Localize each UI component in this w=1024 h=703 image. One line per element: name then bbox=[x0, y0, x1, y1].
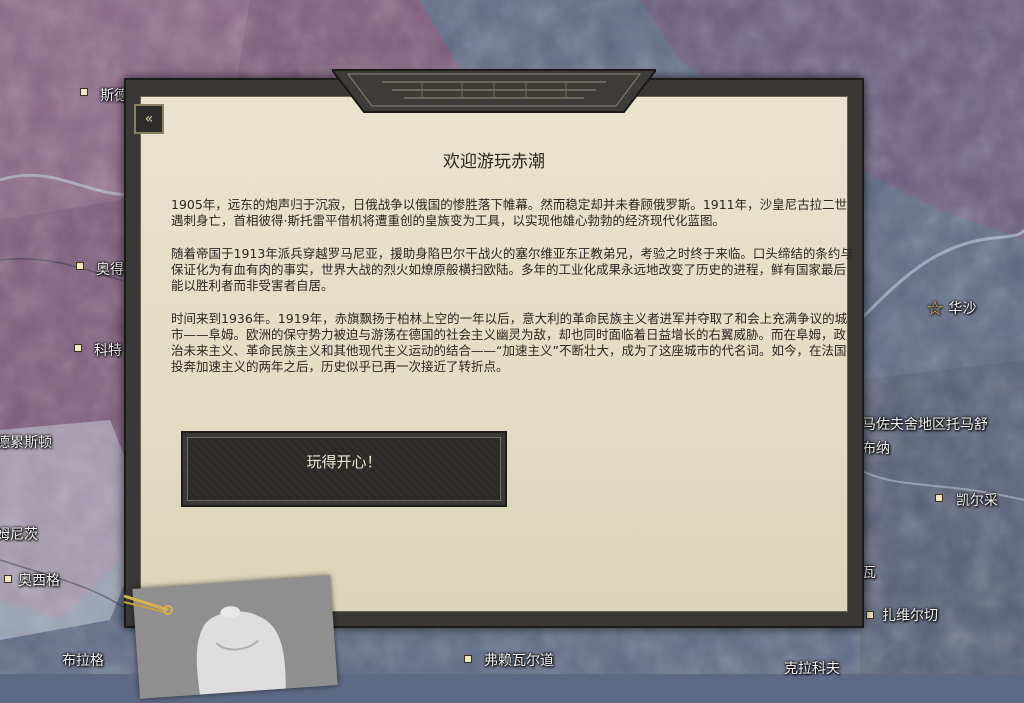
welcome-dialog: 欢迎游玩赤潮 1905年，远东的炮声归于沉寂，日俄战争以俄国的惨胜落下帷幕。然而… bbox=[124, 69, 864, 628]
map-label-freiwaldau: 弗赖瓦尔道 bbox=[484, 653, 554, 669]
city-marker[interactable] bbox=[866, 611, 874, 619]
map-label-dresden: 德累斯顿 bbox=[0, 435, 52, 451]
city-marker[interactable] bbox=[4, 575, 12, 583]
map-label-chemnitz: 姆尼茨 bbox=[0, 527, 38, 543]
double-chevron-left-icon: « bbox=[144, 111, 154, 127]
capital-star-icon: ☆ bbox=[926, 296, 944, 320]
back-button[interactable]: « bbox=[134, 104, 164, 134]
city-marker[interactable] bbox=[74, 344, 82, 352]
warsaw-name: 华沙 bbox=[948, 301, 977, 317]
have-fun-button[interactable]: 玩得开心！ bbox=[181, 431, 507, 507]
map-label-kielce: 凯尔采 bbox=[956, 493, 998, 509]
paragraph-3: 时间来到1936年。1919年，赤旗飘扬于柏林上空的一年以后，意大利的革命民族主… bbox=[171, 311, 848, 374]
dialog-ornament-crest bbox=[332, 69, 656, 113]
map-label-prague: 布拉格 bbox=[62, 653, 104, 669]
map-label-buna: 布纳 bbox=[862, 441, 890, 457]
map-label-partial: 瓦 bbox=[862, 565, 876, 581]
map-label-aussig: 奥西格 bbox=[18, 573, 60, 589]
map-label-tomaszow: 马佐夫舍地区托马舒 bbox=[862, 417, 988, 433]
dialog-parchment: 欢迎游玩赤潮 1905年，远东的炮声归于沉寂，日俄战争以俄国的惨胜落下帷幕。然而… bbox=[140, 96, 853, 612]
city-marker[interactable] bbox=[80, 88, 88, 96]
map-label-warsaw: ☆ 华沙 bbox=[926, 296, 976, 320]
dialog-body: 1905年，远东的炮声归于沉寂，日俄战争以俄国的惨胜落下帷幕。然而稳定却并未眷顾… bbox=[171, 197, 853, 392]
city-marker[interactable] bbox=[76, 262, 84, 270]
safety-pin-icon bbox=[123, 594, 173, 615]
map-label-zawiercie: 扎维尔切 bbox=[882, 608, 938, 624]
city-marker[interactable] bbox=[935, 494, 943, 502]
city-marker[interactable] bbox=[464, 655, 472, 663]
map-label-kete: 科特 bbox=[94, 343, 122, 359]
have-fun-button-label: 玩得开心！ bbox=[187, 437, 501, 501]
paragraph-1: 1905年，远东的炮声归于沉寂，日俄战争以俄国的惨胜落下帷幕。然而稳定却并未眷顾… bbox=[171, 197, 848, 228]
dialog-title: 欢迎游玩赤潮 bbox=[443, 152, 545, 172]
map-label-aode: 奥得 bbox=[96, 262, 124, 278]
map-label-krakow: 克拉科夫 bbox=[784, 661, 840, 677]
paragraph-2: 随着帝国于1913年派兵穿越罗马尼亚，援助身陷巴尔干战火的塞尔维亚东正教弟兄，考… bbox=[171, 246, 853, 293]
